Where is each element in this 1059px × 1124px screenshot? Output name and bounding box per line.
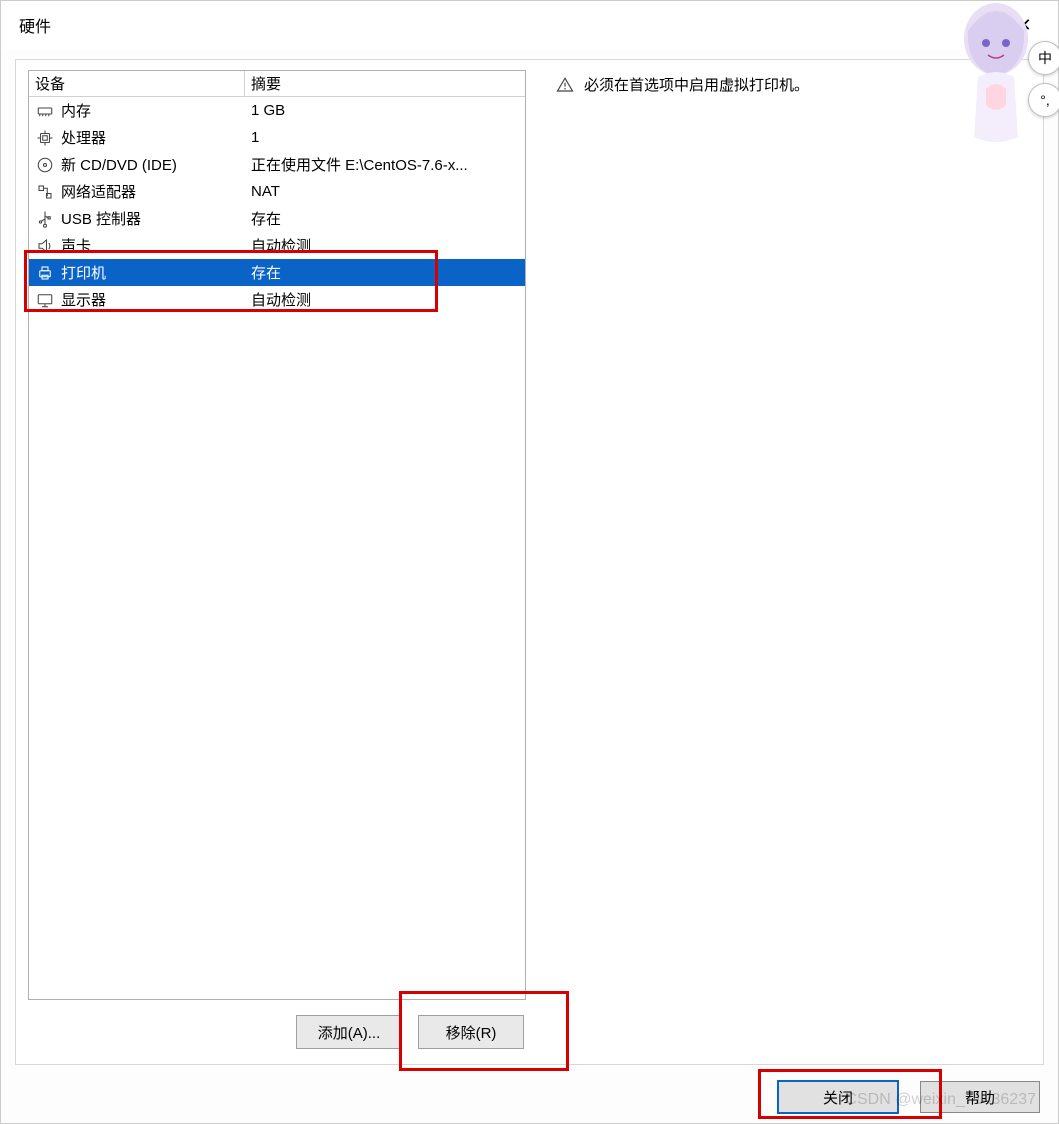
device-summary-cell: 自动检测 <box>245 232 525 259</box>
device-row[interactable]: 网络适配器 NAT <box>29 178 525 205</box>
device-row[interactable]: 内存 1 GB <box>29 97 525 124</box>
device-name: 新 CD/DVD (IDE) <box>61 154 177 175</box>
device-row[interactable]: 新 CD/DVD (IDE) 正在使用文件 E:\CentOS-7.6-x... <box>29 151 525 178</box>
device-summary-cell: NAT <box>245 178 525 205</box>
device-name: 打印机 <box>61 262 106 283</box>
device-name: 网络适配器 <box>61 181 136 202</box>
device-row[interactable]: 显示器 自动检测 <box>29 286 525 313</box>
dialog-body: 设备 摘要 内存 1 GB 处理器 1 新 CD/DVD (IDE) 正在使用文件 E:\… <box>15 59 1044 1065</box>
window-close-button[interactable]: ✕ <box>1004 5 1044 45</box>
add-button[interactable]: 添加(A)... <box>296 1015 402 1049</box>
warning-text: 必须在首选项中启用虚拟打印机。 <box>584 74 809 95</box>
device-name-cell: 显示器 <box>29 286 245 313</box>
device-name: 处理器 <box>61 127 106 148</box>
device-summary-cell: 自动检测 <box>245 286 525 313</box>
left-column: 设备 摘要 内存 1 GB 处理器 1 新 CD/DVD (IDE) 正在使用文件 E:\… <box>28 70 526 1000</box>
device-name-cell: USB 控制器 <box>29 205 245 232</box>
device-name-cell: 新 CD/DVD (IDE) <box>29 151 245 178</box>
device-name: 声卡 <box>61 235 91 256</box>
device-summary-cell: 存在 <box>245 205 525 232</box>
disc-icon <box>35 155 55 175</box>
right-panel: 必须在首选项中启用虚拟打印机。 <box>556 70 1031 1000</box>
close-button[interactable]: 关闭 <box>778 1081 898 1113</box>
device-name-cell: 声卡 <box>29 232 245 259</box>
printer-icon <box>35 263 55 283</box>
warning-message: 必须在首选项中启用虚拟打印机。 <box>556 74 1031 95</box>
display-icon <box>35 290 55 310</box>
device-name-cell: 网络适配器 <box>29 178 245 205</box>
window-title: 硬件 <box>19 13 51 37</box>
header-summary[interactable]: 摘要 <box>245 71 525 97</box>
help-button[interactable]: 帮助 <box>920 1081 1040 1113</box>
memory-icon <box>35 101 55 121</box>
header-device[interactable]: 设备 <box>29 71 245 97</box>
device-row[interactable]: 处理器 1 <box>29 124 525 151</box>
close-icon: ✕ <box>1016 15 1031 36</box>
device-row[interactable]: 声卡 自动检测 <box>29 232 525 259</box>
hardware-settings-window: 硬件 ✕ 设备 摘要 内存 1 GB 处理器 1 新 CD/DVD (IDE) 正在使用文… <box>0 0 1059 1124</box>
titlebar: 硬件 ✕ <box>1 1 1058 49</box>
device-name-cell: 内存 <box>29 97 245 124</box>
device-summary-cell: 1 GB <box>245 97 525 124</box>
device-name-cell: 处理器 <box>29 124 245 151</box>
device-summary-cell: 存在 <box>245 259 525 286</box>
device-table: 设备 摘要 内存 1 GB 处理器 1 新 CD/DVD (IDE) 正在使用文件 E:\… <box>28 70 526 1000</box>
warning-icon <box>556 76 574 94</box>
speaker-icon <box>35 236 55 256</box>
device-summary-cell: 1 <box>245 124 525 151</box>
device-name: 内存 <box>61 100 91 121</box>
device-row[interactable]: USB 控制器 存在 <box>29 205 525 232</box>
device-summary-cell: 正在使用文件 E:\CentOS-7.6-x... <box>245 151 525 178</box>
device-row[interactable]: 打印机 存在 <box>29 259 525 286</box>
remove-button[interactable]: 移除(R) <box>418 1015 524 1049</box>
usb-icon <box>35 209 55 229</box>
cpu-icon <box>35 128 55 148</box>
device-buttons: 添加(A)... 移除(R) <box>16 1010 1043 1054</box>
device-name: USB 控制器 <box>61 208 141 229</box>
table-header: 设备 摘要 <box>29 71 525 97</box>
device-name-cell: 打印机 <box>29 259 245 286</box>
network-icon <box>35 182 55 202</box>
device-name: 显示器 <box>61 289 106 310</box>
dialog-footer: 关闭 帮助 <box>778 1081 1040 1113</box>
